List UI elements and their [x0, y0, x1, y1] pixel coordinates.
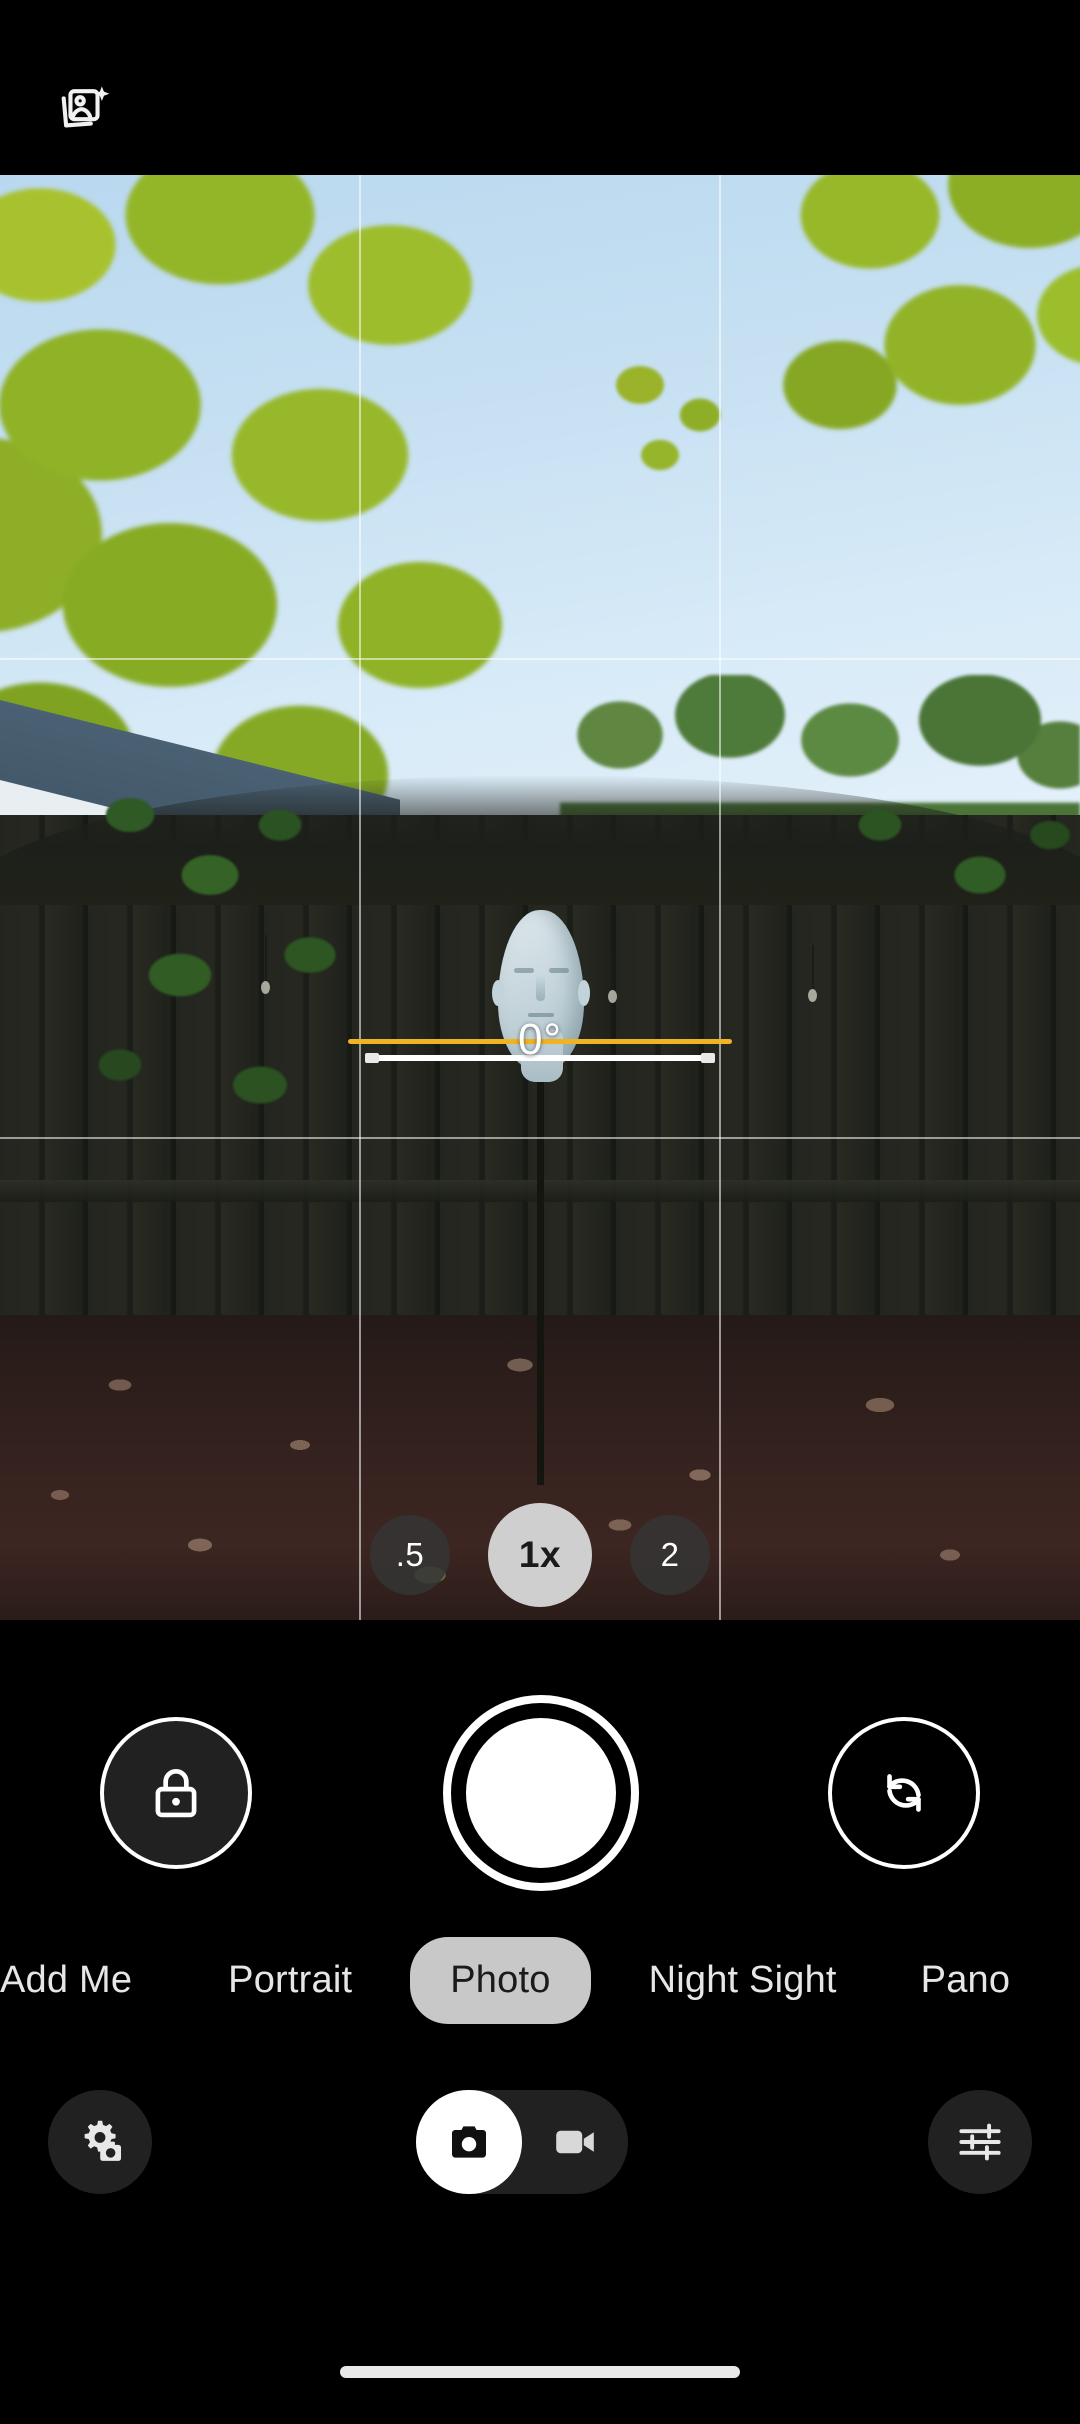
home-gesture-pill[interactable] [340, 2366, 740, 2378]
grid-line-vertical-2 [719, 175, 721, 1620]
shutter-button[interactable] [443, 1695, 639, 1891]
shutter-row [0, 1695, 1080, 1895]
hanging-bulb [608, 990, 617, 1003]
video-mode-toggle[interactable] [522, 2090, 628, 2194]
mode-night-sight[interactable]: Night Sight [637, 1959, 849, 2002]
lock-closed-icon [155, 1769, 197, 1818]
fence-vines-right [820, 775, 1080, 1015]
camera-icon [452, 2126, 486, 2158]
viewfinder[interactable]: 0° .5 1x 2 [0, 175, 1080, 1620]
camera-flip-icon [887, 1774, 921, 1812]
zoom-option-0-5x[interactable]: .5 [370, 1515, 450, 1595]
mannequin-nose [536, 975, 545, 1001]
top-bar [0, 0, 1080, 175]
zoom-control-row: .5 1x 2 [0, 1497, 1080, 1613]
mannequin-brow-right [549, 968, 569, 973]
mode-photo[interactable]: Photo [410, 1936, 591, 2024]
grid-line-horizontal-1 [0, 658, 1080, 660]
zoom-option-2x[interactable]: 2 [630, 1515, 710, 1595]
mode-portrait[interactable]: Portrait [216, 1959, 364, 2002]
mannequin-ear-left [492, 980, 504, 1006]
bottom-controls: Add Me Portrait Photo Night Sight Pano [0, 1620, 1080, 2424]
camera-app-screen: 0° .5 1x 2 Add Me Portrait Photo Night S… [0, 0, 1080, 2424]
camera-settings-button[interactable] [48, 2090, 152, 2194]
photo-stack-sparkle-icon[interactable] [52, 78, 116, 142]
lock-button[interactable] [100, 1717, 252, 1869]
bulb-wire [612, 950, 614, 990]
bulb-wire [812, 945, 814, 989]
mode-add-me[interactable]: Add Me [0, 1959, 144, 2002]
tree-canopy-top-right [780, 175, 1080, 555]
gesture-nav-bar[interactable] [0, 2320, 1080, 2424]
shutter-inner [466, 1718, 616, 1868]
fence-vines-left [60, 755, 480, 1155]
mannequin-brow-left [514, 968, 534, 973]
mannequin-neck [521, 1030, 563, 1082]
camera-video-toggle[interactable] [416, 2090, 628, 2194]
camera-flip-button[interactable] [828, 1717, 980, 1869]
camera-mode-toggle[interactable] [416, 2090, 522, 2194]
video-camera-icon [556, 2130, 594, 2154]
zoom-option-1x[interactable]: 1x [488, 1503, 592, 1607]
mannequin-ear-right [578, 980, 590, 1006]
camera-toolbar [0, 2078, 1080, 2208]
grid-line-horizontal-2 [0, 1137, 1080, 1139]
mode-pano[interactable]: Pano [909, 1959, 1023, 2002]
hanging-bulb [808, 989, 817, 1002]
mode-carousel[interactable]: Add Me Portrait Photo Night Sight Pano [0, 1920, 1080, 2040]
bulb-wire [265, 935, 267, 981]
mannequin-stand [537, 1055, 544, 1485]
gear-camera-icon [84, 2120, 122, 2161]
adjust-button[interactable] [928, 2090, 1032, 2194]
tune-sliders-icon [959, 2123, 1001, 2161]
tree-branch-sprig [600, 355, 780, 495]
mannequin-mouth [528, 1013, 554, 1017]
grid-line-vertical-1 [359, 175, 361, 1620]
hanging-bulb [261, 981, 270, 994]
